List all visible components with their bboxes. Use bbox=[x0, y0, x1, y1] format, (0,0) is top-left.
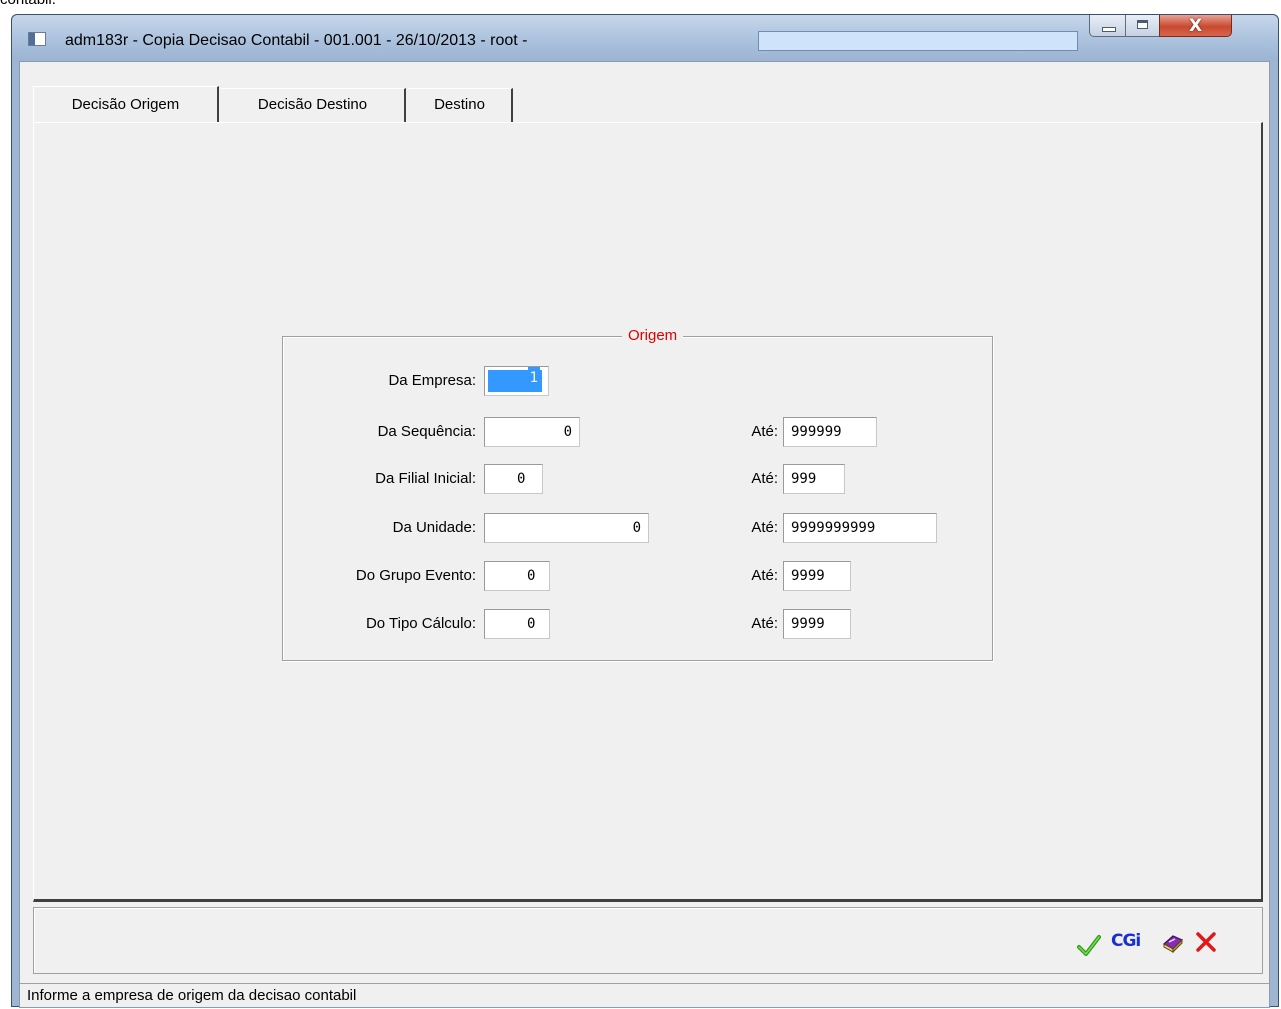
close-window-icon: X bbox=[1188, 16, 1203, 36]
minimize-button[interactable] bbox=[1089, 15, 1126, 37]
background-cut-text: contabil. bbox=[0, 0, 56, 8]
status-text: Informe a empresa de origem da decisao c… bbox=[27, 987, 357, 1004]
tipo-calculo-ate-input[interactable]: 9999 bbox=[783, 609, 851, 639]
tipo-calculo-label: Do Tipo Cálculo: bbox=[365, 615, 476, 632]
sequencia-label: Da Sequência: bbox=[377, 423, 476, 440]
cgi-button[interactable]: CGi bbox=[1111, 931, 1141, 951]
tab-decisao-destino[interactable]: Decisão Destino bbox=[221, 88, 406, 122]
filial-input[interactable]: 0 bbox=[484, 464, 543, 494]
empresa-input[interactable]: 1 bbox=[484, 366, 549, 396]
unidade-ate-input[interactable]: 9999999999 bbox=[783, 513, 937, 543]
maximize-icon bbox=[1137, 20, 1148, 29]
checkmark-icon[interactable] bbox=[1077, 934, 1101, 956]
close-window-button[interactable]: X bbox=[1159, 15, 1232, 37]
tipo-calculo-input[interactable]: 0 bbox=[484, 609, 550, 639]
grupo-evento-ate-label: Até: bbox=[751, 567, 778, 584]
window-title: adm183r - Copia Decisao Contabil - 001.0… bbox=[65, 32, 528, 49]
empresa-value: 1 bbox=[527, 367, 540, 389]
close-icon[interactable] bbox=[1195, 931, 1217, 953]
grupo-evento-label: Do Grupo Evento: bbox=[355, 567, 476, 584]
client-area: Decisão Origem Decisão Destino Destino O… bbox=[19, 61, 1270, 1008]
unidade-ate-label: Até: bbox=[751, 519, 778, 536]
sequencia-ate-label: Até: bbox=[751, 423, 778, 440]
origem-groupbox: Origem Da Empresa: 1 Da Sequência: 0 Até… bbox=[282, 327, 993, 661]
button-bar: CGi bbox=[33, 907, 1263, 974]
tab-destino[interactable]: Destino bbox=[408, 88, 513, 122]
filial-ate-input[interactable]: 999 bbox=[783, 464, 845, 494]
maximize-button[interactable] bbox=[1125, 15, 1160, 37]
unidade-input[interactable]: 0 bbox=[484, 513, 649, 543]
window-app-icon[interactable] bbox=[28, 32, 46, 46]
origem-group-title: Origem bbox=[622, 327, 684, 344]
app-window: adm183r - Copia Decisao Contabil - 001.0… bbox=[11, 14, 1279, 1008]
title-redacted-field bbox=[758, 31, 1078, 51]
filial-ate-label: Até: bbox=[751, 470, 778, 487]
filial-label: Da Filial Inicial: bbox=[375, 470, 476, 487]
title-bar[interactable]: adm183r - Copia Decisao Contabil - 001.0… bbox=[12, 15, 1278, 61]
status-bar: Informe a empresa de origem da decisao c… bbox=[20, 983, 1269, 1009]
unidade-label: Da Unidade: bbox=[392, 519, 476, 536]
help-book-icon[interactable] bbox=[1161, 930, 1185, 954]
minimize-icon bbox=[1102, 27, 1116, 32]
sequencia-input[interactable]: 0 bbox=[484, 417, 580, 447]
tab-decisao-origem[interactable]: Decisão Origem bbox=[33, 86, 219, 122]
tipo-calculo-ate-label: Até: bbox=[751, 615, 778, 632]
tab-panel-decisao-origem: Origem Da Empresa: 1 Da Sequência: 0 Até… bbox=[33, 122, 1263, 902]
grupo-evento-input[interactable]: 0 bbox=[484, 561, 550, 591]
grupo-evento-ate-input[interactable]: 9999 bbox=[783, 561, 851, 591]
empresa-label: Da Empresa: bbox=[388, 372, 476, 389]
sequencia-ate-input[interactable]: 999999 bbox=[783, 417, 877, 447]
